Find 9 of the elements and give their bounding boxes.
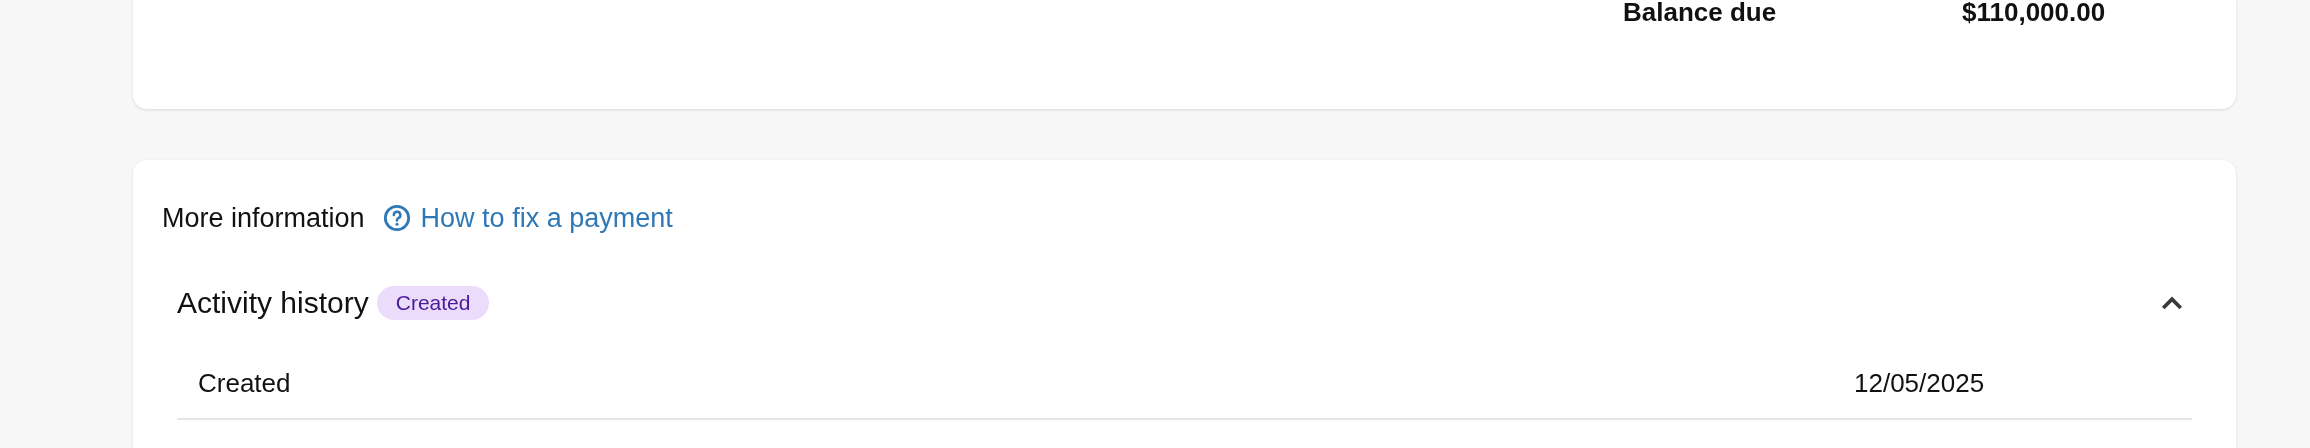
activity-history-title: Activity history [177,286,369,320]
event-text: Created [198,368,292,398]
help-icon [382,204,411,232]
section-title: More information [162,202,365,234]
status-badge: Created [376,286,490,320]
help-link[interactable]: How to fix a payment [420,202,673,234]
event-date: 12/05/2025 [1854,368,1985,398]
balance-amount: $110,000.00 [1962,0,2106,24]
balance-label: Balance due [1623,0,1778,24]
